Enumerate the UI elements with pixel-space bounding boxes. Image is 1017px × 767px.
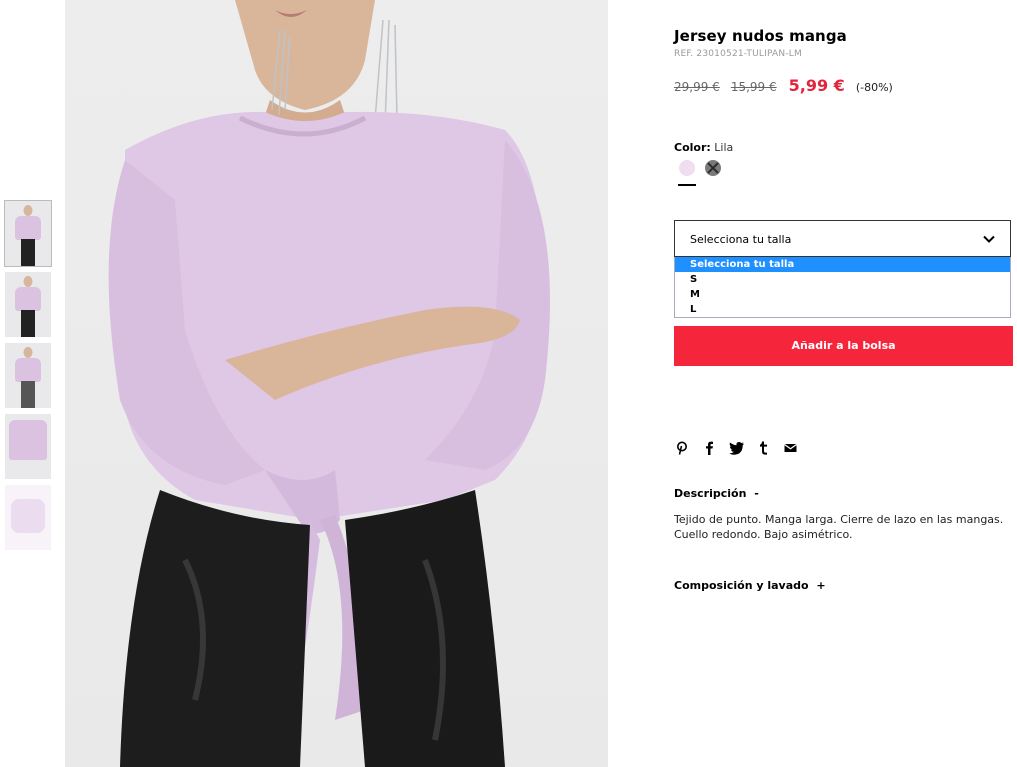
thumbnail-1[interactable] xyxy=(4,200,52,267)
color-swatch-lila[interactable] xyxy=(679,160,695,176)
chevron-down-icon xyxy=(982,231,996,250)
price-current: 5,99 € xyxy=(788,76,845,95)
selected-swatch-indicator xyxy=(678,184,696,186)
size-select-value: Selecciona tu talla xyxy=(690,233,792,246)
model-illustration xyxy=(108,0,550,767)
facebook-icon[interactable] xyxy=(701,440,717,456)
thumbnail-5[interactable] xyxy=(5,485,51,550)
composition-heading: Composición y lavado xyxy=(674,579,809,592)
color-value: Lila xyxy=(714,141,734,154)
price-original: 29,99 € xyxy=(674,80,720,94)
discount-badge: (-80%) xyxy=(855,81,893,94)
thumbnail-3[interactable] xyxy=(5,343,51,408)
thumbnail-gallery xyxy=(4,200,52,556)
size-option[interactable]: Selecciona tu talla xyxy=(675,257,1010,272)
description-text: Tejido de punto. Manga larga. Cierre de … xyxy=(674,513,1004,541)
price-row: 29,99 € 15,99 € 5,99 € (-80%) xyxy=(674,76,893,95)
product-title: Jersey nudos manga xyxy=(674,27,847,45)
size-select[interactable]: Selecciona tu talla xyxy=(674,220,1011,257)
size-dropdown-list: Selecciona tu talla S M L xyxy=(674,257,1011,318)
description-heading: Descripción xyxy=(674,487,747,500)
pinterest-icon[interactable] xyxy=(674,440,690,456)
thumbnail-4[interactable] xyxy=(5,414,51,479)
email-icon[interactable] xyxy=(782,440,798,456)
add-to-bag-button[interactable]: Añadir a la bolsa xyxy=(674,326,1013,366)
composition-toggle[interactable]: Composición y lavado + xyxy=(674,579,826,592)
color-swatch-gray-unavailable[interactable] xyxy=(705,160,721,176)
expand-icon: + xyxy=(816,579,826,592)
color-label: Color: xyxy=(674,141,711,154)
tumblr-icon[interactable] xyxy=(755,440,771,456)
product-main-image xyxy=(65,0,608,767)
description-toggle[interactable]: Descripción - xyxy=(674,487,759,500)
product-ref: REF. 23010521-TULIPAN-LM xyxy=(674,49,802,59)
social-share-bar xyxy=(674,440,798,456)
price-previous: 15,99 € xyxy=(730,80,777,94)
twitter-icon[interactable] xyxy=(728,440,744,456)
size-option[interactable]: M xyxy=(675,287,1010,302)
size-option[interactable]: L xyxy=(675,302,1010,317)
collapse-icon: - xyxy=(754,487,759,500)
color-label-row: Color: Lila xyxy=(674,141,733,154)
thumbnail-2[interactable] xyxy=(5,272,51,337)
size-option[interactable]: S xyxy=(675,272,1010,287)
